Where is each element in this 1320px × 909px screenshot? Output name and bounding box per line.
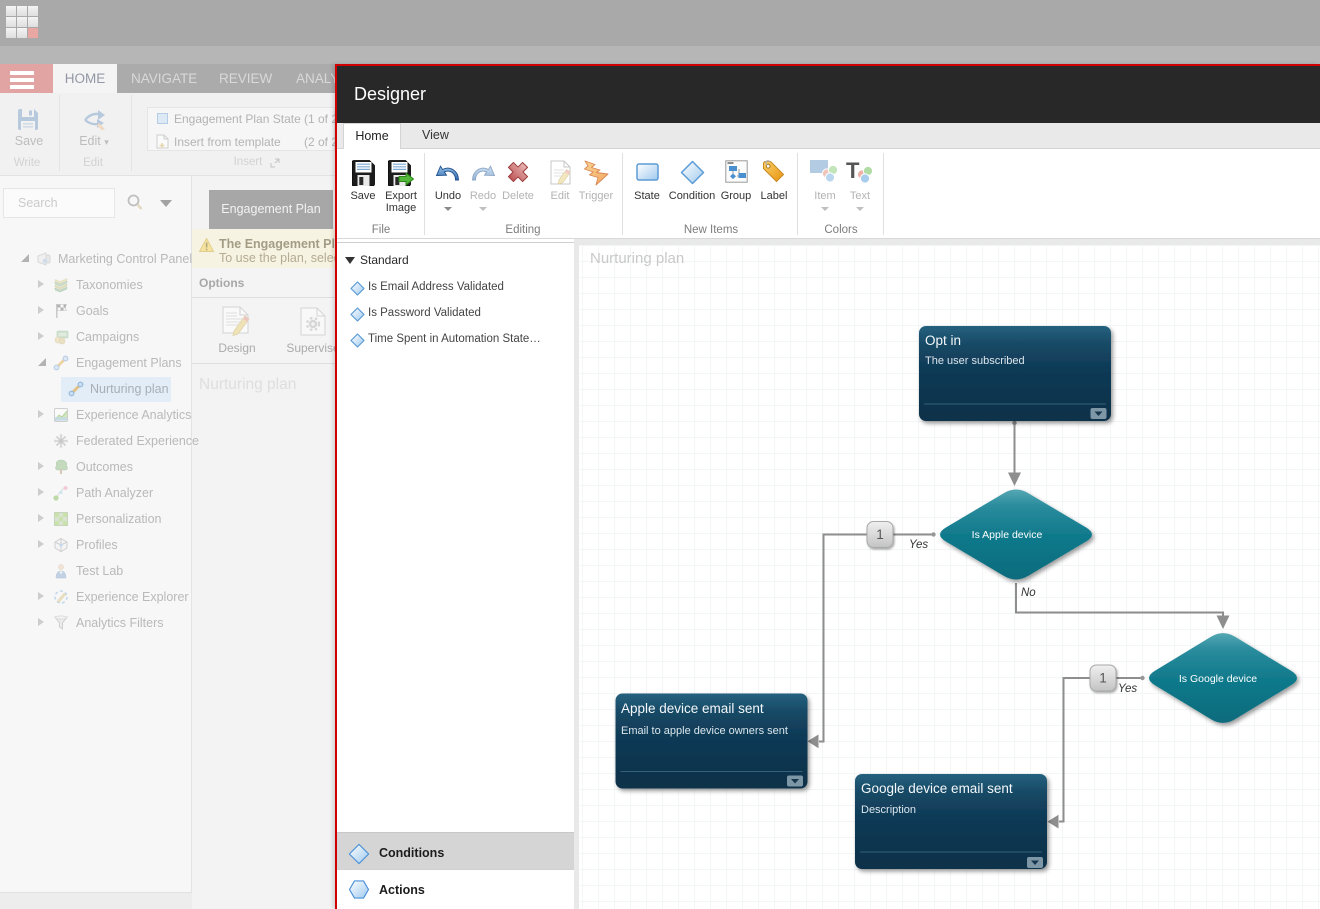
- svg-text:Description: Description: [861, 804, 916, 816]
- svg-text:Opt in: Opt in: [925, 333, 961, 348]
- svg-text:1: 1: [876, 527, 884, 542]
- svg-text:The user subscribed: The user subscribed: [925, 355, 1025, 367]
- svg-text:Is Apple device: Is Apple device: [972, 529, 1043, 541]
- svg-text:Is Google device: Is Google device: [1179, 673, 1257, 685]
- svg-text:Email to apple device owners s: Email to apple device owners sent: [621, 725, 788, 737]
- svg-text:Google device email sent: Google device email sent: [861, 781, 1013, 796]
- svg-text:1: 1: [1099, 671, 1107, 686]
- svg-text:Yes: Yes: [909, 539, 928, 551]
- svg-text:Yes: Yes: [1118, 683, 1137, 695]
- svg-text:No: No: [1021, 587, 1036, 599]
- svg-text:Apple device email sent: Apple device email sent: [621, 701, 764, 716]
